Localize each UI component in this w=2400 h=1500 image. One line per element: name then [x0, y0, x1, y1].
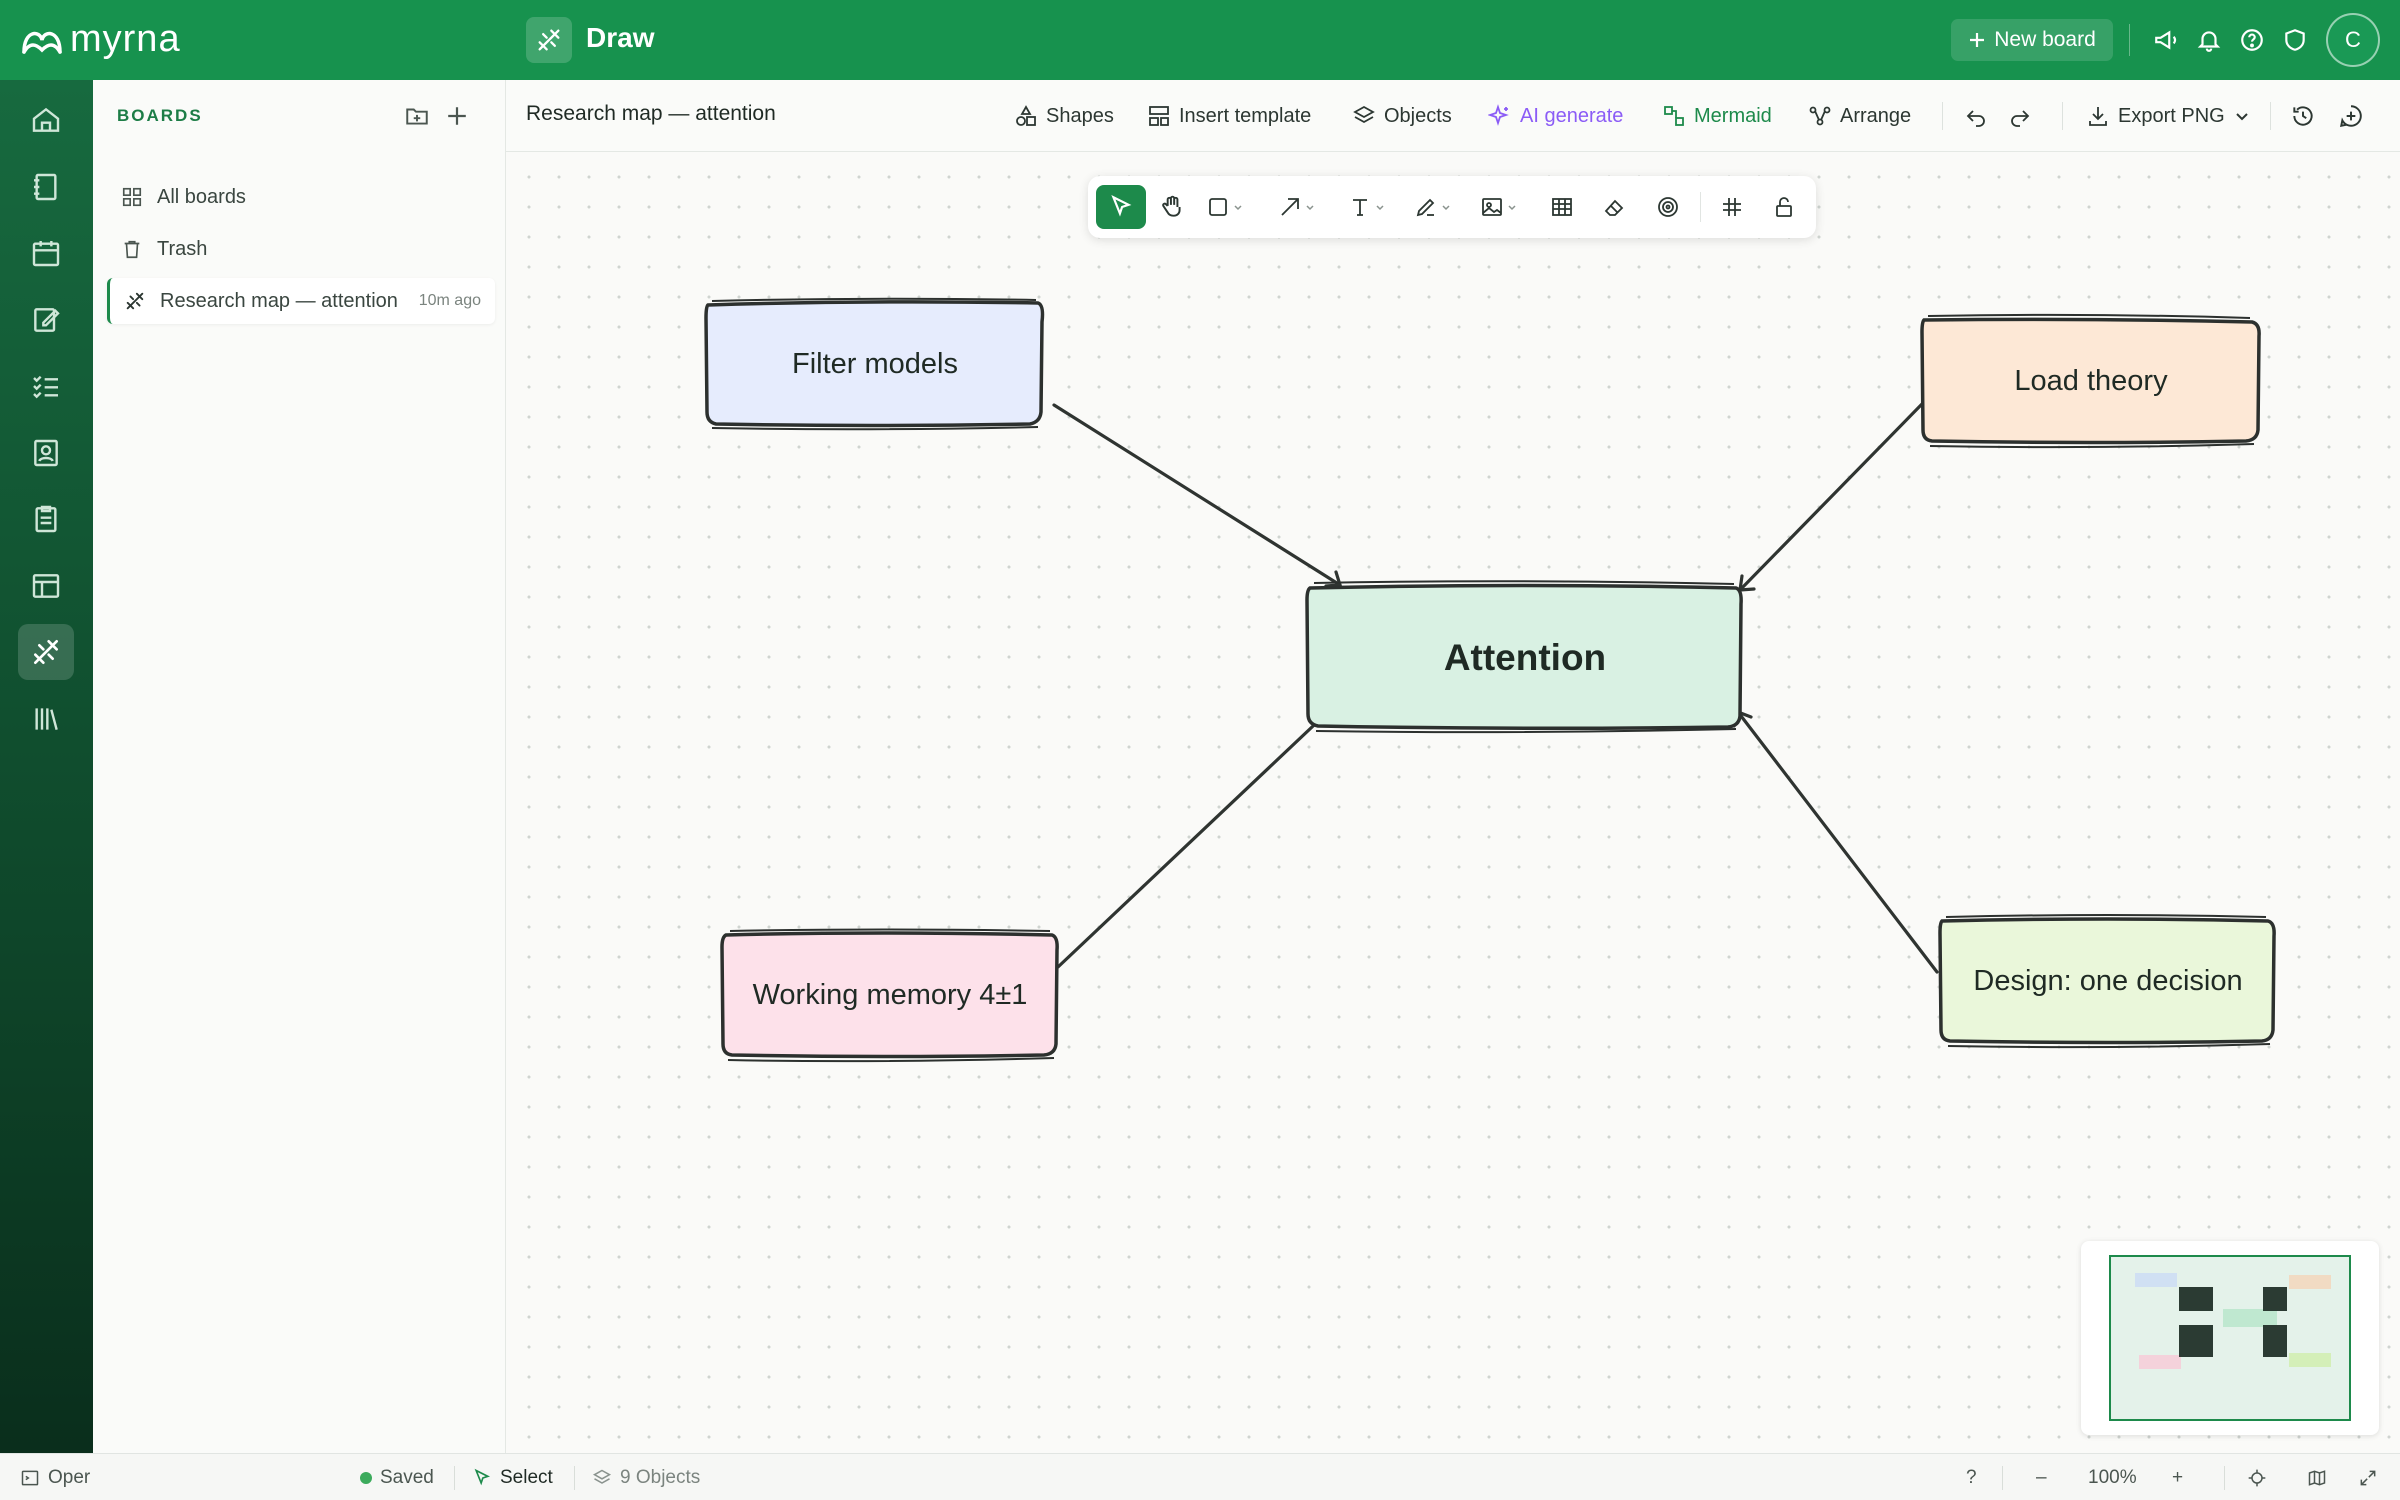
tool-mode-status: Select	[472, 1454, 553, 1500]
minimap-node	[2289, 1275, 2331, 1289]
arrow-tool[interactable]	[1274, 185, 1318, 229]
eraser-tool[interactable]	[1592, 185, 1636, 229]
rectangle-icon	[1208, 198, 1227, 216]
rectangle-tool[interactable]	[1202, 185, 1246, 229]
chevron-down-icon	[1441, 205, 1450, 211]
image-tool[interactable]	[1476, 185, 1520, 229]
locate-button[interactable]	[2247, 1454, 2267, 1500]
chevron-down-icon	[1305, 205, 1314, 211]
mode-label: Select	[500, 1466, 553, 1488]
open-panel-button[interactable]: Oper	[20, 1454, 90, 1500]
terminal-icon	[21, 1470, 39, 1485]
minimap-node	[2263, 1287, 2287, 1311]
minimap-node	[2263, 1325, 2287, 1357]
help-shortcut-button[interactable]: ?	[1966, 1454, 1977, 1500]
status-divider	[2224, 1466, 2225, 1490]
text-tool[interactable]	[1344, 185, 1388, 229]
layers-icon	[592, 1469, 612, 1484]
chevron-down-icon	[1375, 205, 1384, 211]
status-divider	[2002, 1466, 2003, 1490]
node-label-design-one-decision: Design: one decision	[1973, 964, 2243, 997]
arrow-memory-to-attention[interactable]	[1056, 708, 1332, 969]
status-divider	[454, 1466, 455, 1490]
drawing-tool-palette	[1088, 176, 1816, 238]
node-label-filter-models: Filter models	[792, 347, 958, 380]
expand-icon	[2360, 1470, 2376, 1485]
grid-toggle[interactable]	[1710, 185, 1754, 229]
cursor-icon	[474, 1468, 491, 1485]
arrow-icon	[1280, 198, 1299, 216]
lock-toggle[interactable]	[1762, 185, 1806, 229]
palette-divider	[1700, 192, 1701, 222]
arrow-design-to-attention[interactable]	[1736, 710, 1939, 974]
hash-grid-icon	[1723, 198, 1741, 216]
minimap-node	[2289, 1353, 2331, 1367]
zoom-out-button[interactable]: –	[2036, 1454, 2047, 1500]
select-tool[interactable]	[1096, 185, 1146, 229]
arrow-filter-to-attention[interactable]	[1052, 403, 1342, 587]
status-bar: Oper Saved Select 9 Objects ? – 100% +	[0, 1453, 2400, 1500]
minimap-node	[2139, 1355, 2181, 1369]
table-tool[interactable]	[1540, 185, 1584, 229]
help-label: ?	[1966, 1466, 1977, 1488]
saved-label: Saved	[380, 1466, 434, 1488]
chevron-down-icon	[1233, 205, 1242, 211]
saved-dot-icon	[360, 1471, 372, 1484]
node-label-load-theory: Load theory	[2014, 364, 2168, 397]
status-divider	[574, 1466, 575, 1490]
minimap-viewport[interactable]	[2109, 1255, 2351, 1421]
minimap-node	[2179, 1325, 2213, 1357]
fullscreen-button[interactable]	[2358, 1454, 2378, 1500]
cursor-icon	[1111, 195, 1132, 217]
map-icon	[2308, 1469, 2326, 1486]
unlock-icon	[1776, 197, 1792, 217]
eraser-icon	[1604, 199, 1624, 216]
pen-tool[interactable]	[1410, 185, 1454, 229]
crosshair-icon	[2248, 1469, 2266, 1486]
minimap-toggle[interactable]	[2307, 1454, 2327, 1500]
zoom-in-button[interactable]: +	[2172, 1454, 2183, 1500]
node-label-attention: Attention	[1443, 637, 1607, 678]
image-icon	[1481, 198, 1502, 216]
arrow-load-to-attention[interactable]	[1738, 402, 1924, 592]
hand-tool[interactable]	[1150, 185, 1194, 229]
table-icon	[1552, 198, 1572, 216]
zoom-label: 100%	[2088, 1466, 2137, 1488]
open-label: Oper	[48, 1466, 91, 1488]
node-label-working-memory: Working memory 4±1	[752, 978, 1028, 1011]
save-status: Saved	[360, 1454, 434, 1500]
zoom-in-label: +	[2172, 1466, 2184, 1488]
zoom-out-label: –	[2036, 1466, 2047, 1488]
minimap-node	[2179, 1287, 2213, 1311]
text-icon	[1352, 199, 1367, 216]
zoom-level[interactable]: 100%	[2088, 1454, 2137, 1500]
laser-tool[interactable]	[1646, 185, 1690, 229]
pen-icon	[1416, 198, 1434, 217]
canvas-minimap[interactable]	[2081, 1241, 2379, 1435]
object-count-status: 9 Objects	[592, 1454, 700, 1500]
chevron-down-icon	[1507, 205, 1516, 211]
hand-icon	[1162, 195, 1181, 217]
minimap-node	[2135, 1273, 2177, 1287]
target-icon	[1658, 197, 1678, 217]
objects-count: 9 Objects	[620, 1466, 701, 1488]
